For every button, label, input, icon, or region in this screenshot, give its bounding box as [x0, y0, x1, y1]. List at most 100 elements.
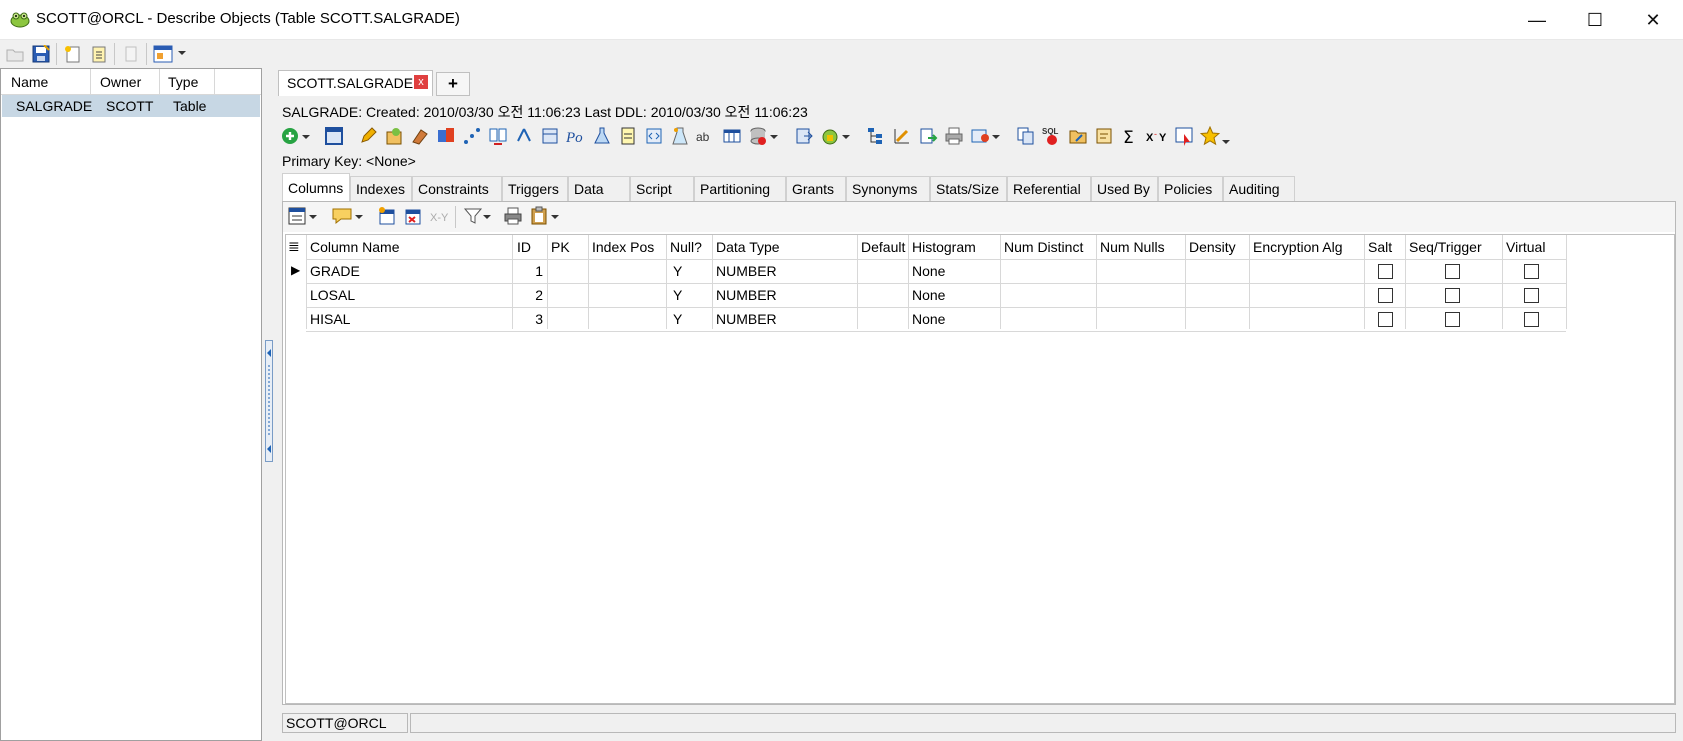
cell-null[interactable]: Y	[673, 287, 682, 303]
virtual-checkbox[interactable]	[1524, 312, 1539, 327]
col-header-num-nulls[interactable]: Num Nulls	[1100, 239, 1165, 255]
col-header-density[interactable]: Density	[1189, 239, 1236, 255]
virtual-checkbox[interactable]	[1524, 264, 1539, 279]
col-header-column-name[interactable]: Column Name	[310, 239, 399, 255]
list-item[interactable]: SALGRADE SCOTT Table	[2, 95, 260, 117]
script-doc-icon[interactable]	[618, 126, 640, 148]
analyze-icon[interactable]	[384, 126, 406, 148]
col-header-index-pos[interactable]: Index Pos	[592, 239, 654, 255]
table-icon[interactable]	[540, 126, 562, 148]
col-header-histogram[interactable]: Histogram	[912, 239, 976, 255]
cell-id[interactable]: 3	[512, 311, 543, 327]
edit-pencil-icon[interactable]	[358, 126, 380, 148]
cleanup-icon[interactable]	[410, 126, 432, 148]
seq-trigger-checkbox[interactable]	[1445, 264, 1460, 279]
col-header-default[interactable]: Default	[861, 239, 905, 255]
cell-column-name[interactable]: HISAL	[310, 311, 350, 327]
maximize-button[interactable]: ☐	[1566, 0, 1624, 40]
add-tab-button[interactable]: +	[436, 72, 470, 96]
chevron-down-icon[interactable]	[842, 126, 854, 148]
seq-trigger-checkbox[interactable]	[1445, 312, 1460, 327]
close-tab-icon[interactable]: x	[414, 75, 428, 89]
tab-referential[interactable]: Referential	[1007, 176, 1091, 202]
lock-db-icon[interactable]	[820, 126, 842, 148]
cell-data-type[interactable]: NUMBER	[716, 263, 777, 279]
cell-id[interactable]: 2	[512, 287, 543, 303]
code-icon[interactable]	[644, 126, 666, 148]
chart-draw-icon[interactable]	[892, 126, 914, 148]
printer-icon[interactable]	[944, 126, 966, 148]
header-owner[interactable]: Owner	[100, 74, 141, 90]
chevron-down-icon[interactable]	[551, 206, 563, 228]
tab-triggers[interactable]: Triggers	[502, 176, 568, 202]
tab-data[interactable]: Data	[568, 176, 630, 202]
add-icon[interactable]	[280, 126, 302, 148]
drop-column-icon[interactable]	[403, 206, 425, 228]
cell-null[interactable]: Y	[673, 311, 682, 327]
clipboard-icon[interactable]	[529, 206, 551, 228]
document-tab[interactable]: SCOTT.SALGRADE x	[278, 70, 433, 96]
folder-edit-icon[interactable]	[1068, 126, 1090, 148]
window-icon[interactable]	[324, 126, 346, 148]
xy-icon[interactable]: X-Y	[1146, 126, 1168, 148]
salt-checkbox[interactable]	[1378, 312, 1393, 327]
cell-data-type[interactable]: NUMBER	[716, 287, 777, 303]
tab-constraints[interactable]: Constraints	[412, 176, 502, 202]
pl-object-icon[interactable]: Po	[565, 126, 588, 148]
text-abc-icon[interactable]: ab	[696, 126, 718, 148]
chevron-down-icon[interactable]	[355, 206, 367, 228]
cell-histogram[interactable]: None	[912, 263, 945, 279]
folder-doc-icon[interactable]	[1094, 126, 1116, 148]
open-folder-icon[interactable]	[4, 43, 26, 65]
chevron-down-icon[interactable]	[992, 126, 1004, 148]
col-header-id[interactable]: ID	[517, 239, 531, 255]
comment-icon[interactable]	[331, 206, 353, 228]
tab-grants[interactable]: Grants	[786, 176, 846, 202]
add-column-icon[interactable]	[377, 206, 399, 228]
flow-icon[interactable]	[462, 126, 484, 148]
new-document-icon[interactable]	[62, 43, 84, 65]
window-layout-icon[interactable]	[152, 43, 174, 65]
chevron-down-icon[interactable]	[309, 206, 321, 228]
grid-icon[interactable]	[722, 126, 744, 148]
copy-icon[interactable]	[1016, 126, 1038, 148]
header-name[interactable]: Name	[11, 74, 48, 90]
panel-splitter[interactable]	[262, 68, 276, 741]
sql-icon[interactable]: SQL	[1042, 126, 1064, 148]
minimize-button[interactable]: —	[1508, 0, 1566, 40]
cell-column-name[interactable]: GRADE	[310, 263, 360, 279]
col-header-num-distinct[interactable]: Num Distinct	[1004, 239, 1083, 255]
sum-icon[interactable]: Σ	[1120, 126, 1142, 148]
col-header-pk[interactable]: PK	[551, 239, 570, 255]
beaker-icon[interactable]	[670, 126, 692, 148]
database-icon[interactable]	[748, 126, 770, 148]
chevron-down-icon[interactable]	[483, 206, 495, 228]
cell-histogram[interactable]: None	[912, 311, 945, 327]
row-selector-icon[interactable]: ≣	[288, 238, 300, 255]
salt-checkbox[interactable]	[1378, 288, 1393, 303]
cell-data-type[interactable]: NUMBER	[716, 311, 777, 327]
col-header-salt[interactable]: Salt	[1368, 239, 1392, 255]
header-type[interactable]: Type	[168, 74, 198, 90]
cell-id[interactable]: 1	[512, 263, 543, 279]
favorite-star-icon[interactable]	[1199, 125, 1222, 148]
tab-partitioning[interactable]: Partitioning	[694, 176, 786, 202]
chevron-down-icon[interactable]	[1222, 126, 1234, 148]
virtual-checkbox[interactable]	[1524, 288, 1539, 303]
select-screen-icon[interactable]	[1174, 126, 1196, 148]
cell-column-name[interactable]: LOSAL	[310, 287, 355, 303]
chevron-down-icon[interactable]	[176, 43, 188, 65]
tree-icon[interactable]	[866, 126, 888, 148]
xy-disabled-icon[interactable]: X-Y	[429, 206, 451, 228]
hierarchy-icon[interactable]	[514, 126, 536, 148]
tab-stats-size[interactable]: Stats/Size	[930, 176, 1007, 202]
report-arrow-icon[interactable]	[918, 126, 940, 148]
tab-auditing[interactable]: Auditing	[1223, 176, 1295, 202]
chevron-down-icon[interactable]	[770, 126, 782, 148]
filter-icon[interactable]	[463, 206, 485, 228]
tab-indexes[interactable]: Indexes	[350, 176, 412, 202]
save-icon[interactable]	[30, 43, 52, 65]
cell-null[interactable]: Y	[673, 263, 682, 279]
col-header-null[interactable]: Null?	[670, 239, 702, 255]
compare-icon[interactable]	[488, 126, 510, 148]
